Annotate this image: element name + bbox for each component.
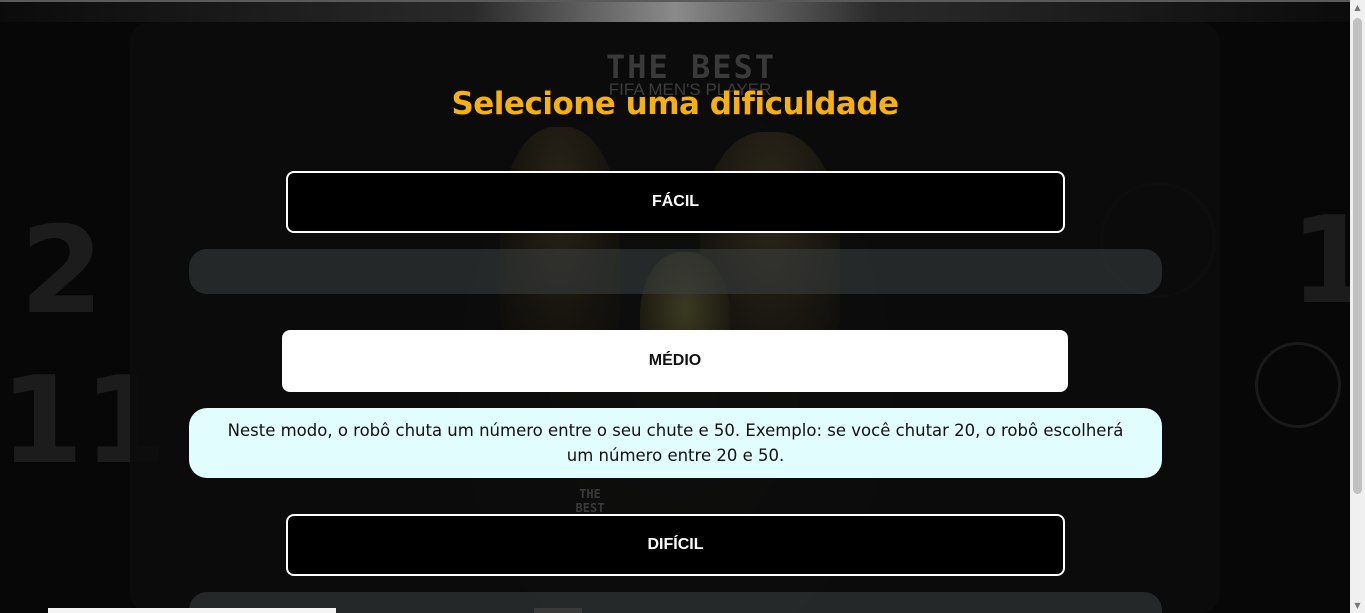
horizontal-scroll-marker [534, 608, 582, 613]
horizontal-scroll-indicator [48, 608, 336, 613]
difficulty-hard-label: DIFÍCIL [647, 536, 704, 553]
difficulty-easy-button[interactable]: FÁCIL [286, 171, 1065, 233]
scroll-up-arrow-icon[interactable]: ▲ [1350, 0, 1365, 15]
difficulty-medium-description: Neste modo, o robô chuta um número entre… [189, 408, 1162, 478]
top-glow-strip [0, 0, 1350, 22]
bg-number-decoration: 10 [1290, 192, 1350, 331]
bg-ring-decoration [1255, 342, 1341, 428]
scrollbar-thumb[interactable] [1353, 18, 1362, 494]
trophy-logo-text: THE BEST [575, 487, 605, 515]
bg-number-decoration: 2 [20, 202, 104, 341]
page-title: Selecione uma dificuldade [451, 86, 899, 122]
vertical-scrollbar[interactable]: ▲ ▼ [1350, 0, 1365, 613]
player-image-left [500, 127, 620, 357]
difficulty-easy-label: FÁCIL [651, 193, 700, 210]
difficulty-medium-button[interactable]: MÉDIO [282, 330, 1068, 392]
scroll-down-arrow-icon[interactable]: ▼ [1350, 598, 1365, 613]
difficulty-easy-description [189, 249, 1162, 294]
difficulty-hard-button[interactable]: DIFÍCIL [286, 514, 1065, 576]
difficulty-medium-label: MÉDIO [648, 352, 702, 369]
page-viewport: 2 11 10 THE BEST THE BEST FIFA MEN'S PLA… [0, 0, 1350, 613]
